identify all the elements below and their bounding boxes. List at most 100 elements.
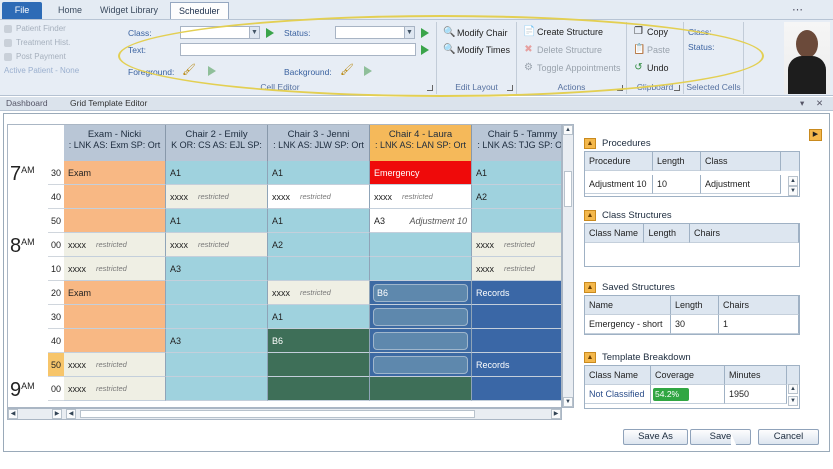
schedule-cell[interactable]: A2 xyxy=(268,233,370,257)
schedule-cell[interactable]: xxxx restricted xyxy=(166,185,268,209)
scroll-up-icon[interactable]: ▲ xyxy=(563,125,573,135)
tab-dashboard[interactable]: Dashboard xyxy=(6,98,48,108)
procedures-table[interactable]: Procedure Length Class Adjustment 10 10 … xyxy=(584,151,800,197)
saved-structures-header[interactable]: Length xyxy=(671,296,719,315)
cancel-button[interactable]: Cancel xyxy=(758,429,819,445)
column-header-chair-4[interactable]: Chair 4 - Laura: LNK AS: LAN SP: Ort xyxy=(370,125,472,161)
foreground-color-icon[interactable]: 🖌 xyxy=(182,63,196,76)
collapse-saved-structures-icon[interactable]: ▲ xyxy=(584,281,596,293)
schedule-cell[interactable]: xxxx restricted xyxy=(64,233,166,257)
create-structure-button[interactable]: 📄 Create Structure xyxy=(523,26,603,37)
delete-structure-button[interactable]: ✖ Delete Structure xyxy=(523,44,602,55)
undo-button[interactable]: ↺ Undo xyxy=(633,62,668,73)
appointment-block[interactable] xyxy=(373,332,468,350)
schedule-cell[interactable]: B6 xyxy=(370,281,472,305)
vertical-scrollbar[interactable]: ▲ ▼ xyxy=(562,124,574,408)
close-icon[interactable]: ✕ xyxy=(816,98,823,109)
dialog-launcher-icon[interactable] xyxy=(617,85,623,91)
tab-home[interactable]: Home xyxy=(50,2,90,19)
schedule-cell[interactable] xyxy=(370,233,472,257)
expand-panel-icon[interactable]: ▶ xyxy=(809,129,822,141)
class-structures-table[interactable]: Class Name Length Chairs xyxy=(584,223,800,267)
schedule-cell[interactable]: xxxx restricted xyxy=(370,185,472,209)
dialog-launcher-icon[interactable] xyxy=(507,85,513,91)
save-as-button[interactable]: Save As xyxy=(623,429,688,445)
breakdown-header[interactable]: Coverage xyxy=(651,366,725,385)
schedule-cell[interactable] xyxy=(64,305,166,329)
procedure-length-cell[interactable]: 10 xyxy=(653,175,701,194)
schedule-cell[interactable] xyxy=(472,329,561,353)
column-header-chair-5[interactable]: Chair 5 - Tammy: LNK AS: TJG SP: Ort xyxy=(472,125,561,161)
appointment-block[interactable]: B6 xyxy=(373,284,468,302)
schedule-cell[interactable]: A1 xyxy=(268,161,370,185)
saved-structures-header[interactable]: Chairs xyxy=(719,296,799,315)
schedule-cell[interactable]: B6 xyxy=(268,329,370,353)
apply-foreground-icon[interactable] xyxy=(208,66,216,76)
schedule-cell[interactable] xyxy=(472,209,561,233)
schedule-cell[interactable] xyxy=(64,329,166,353)
hscroll-thumb[interactable] xyxy=(80,410,475,418)
horizontal-scrollbar[interactable]: ◀ ▶ ◀ ▶ xyxy=(7,408,562,420)
text-input[interactable] xyxy=(180,43,416,56)
breakdown-header[interactable]: Minutes xyxy=(725,366,787,385)
schedule-cell[interactable] xyxy=(166,305,268,329)
schedule-cell[interactable] xyxy=(472,305,561,329)
schedule-cell[interactable]: A1 xyxy=(166,209,268,233)
collapse-class-structures-icon[interactable]: ▲ xyxy=(584,209,596,221)
chevron-down-icon[interactable]: ▼ xyxy=(404,27,414,38)
schedule-cell[interactable] xyxy=(370,377,472,401)
apply-background-icon[interactable] xyxy=(364,66,372,76)
tab-scheduler[interactable]: Scheduler xyxy=(170,2,229,19)
modify-times-button[interactable]: 🔍 Modify Times xyxy=(443,44,510,55)
procedures-header[interactable]: Procedure xyxy=(585,152,653,171)
breakdown-class-cell[interactable]: Not Classified xyxy=(585,385,651,404)
schedule-cell[interactable] xyxy=(370,305,472,329)
copy-button[interactable]: ❐ Copy xyxy=(633,26,668,37)
schedule-cell[interactable]: Records xyxy=(472,281,561,305)
column-header-chair-1[interactable]: Exam - Nicki: LNK AS: Exm SP: Ort xyxy=(64,125,166,161)
scroll-down-icon[interactable]: ▼ xyxy=(788,186,798,196)
column-header-chair-2[interactable]: Chair 2 - Emily K OR: CS AS: EJL SP: xyxy=(166,125,268,161)
scroll-right-small-icon[interactable]: ▶ xyxy=(52,409,62,419)
schedule-cell[interactable] xyxy=(268,377,370,401)
dialog-launcher-icon[interactable] xyxy=(427,85,433,91)
schedule-cell[interactable]: xxxx restricted xyxy=(268,185,370,209)
schedule-cell[interactable]: A1 xyxy=(268,209,370,233)
procedure-class-cell[interactable]: Adjustment xyxy=(701,175,781,194)
schedule-cell[interactable] xyxy=(166,377,268,401)
apply-status-icon[interactable] xyxy=(421,28,429,38)
scroll-down-icon[interactable]: ▼ xyxy=(563,397,573,407)
schedule-cell[interactable] xyxy=(370,353,472,377)
appointment-block[interactable] xyxy=(373,356,468,374)
background-color-icon[interactable]: 🖌 xyxy=(340,63,354,76)
schedule-cell[interactable]: A1 xyxy=(472,161,561,185)
schedule-cell[interactable] xyxy=(370,257,472,281)
save-button[interactable]: Save xyxy=(690,429,751,445)
scroll-up-icon[interactable]: ▲ xyxy=(788,384,798,394)
scroll-up-icon[interactable]: ▲ xyxy=(788,176,798,186)
schedule-cell[interactable]: A2 xyxy=(472,185,561,209)
schedule-cell[interactable] xyxy=(472,377,561,401)
schedule-cell[interactable]: A3 Adjustment 10 xyxy=(370,209,472,233)
breakdown-coverage-cell[interactable]: 54.2% xyxy=(651,385,725,404)
chevron-down-icon[interactable]: ▾ xyxy=(800,98,804,109)
tab-widget-library[interactable]: Widget Library xyxy=(92,2,166,19)
schedule-cell[interactable] xyxy=(166,353,268,377)
collapse-template-breakdown-icon[interactable]: ▲ xyxy=(584,351,596,363)
template-breakdown-table[interactable]: Class Name Coverage Minutes Not Classifi… xyxy=(584,365,800,409)
saved-structures-table[interactable]: Name Length Chairs Emergency - short 30 … xyxy=(584,295,800,335)
saved-structure-length-cell[interactable]: 30 xyxy=(671,315,719,334)
schedule-cell[interactable]: xxxx restricted xyxy=(472,233,561,257)
scroll-left-icon[interactable]: ◀ xyxy=(8,409,18,419)
schedule-cell[interactable] xyxy=(64,185,166,209)
schedule-cell[interactable]: xxxx restricted xyxy=(64,353,166,377)
paste-button[interactable]: 📋 Paste xyxy=(633,44,670,55)
ribbon-options-icon[interactable]: ⋯ xyxy=(792,3,814,17)
breakdown-header[interactable]: Class Name xyxy=(585,366,651,385)
scroll-thumb[interactable] xyxy=(564,171,572,207)
appointment-block[interactable] xyxy=(373,308,468,326)
class-structures-header[interactable]: Class Name xyxy=(585,224,645,243)
schedule-cell[interactable] xyxy=(268,353,370,377)
apply-text-icon[interactable] xyxy=(421,45,429,55)
schedule-cell[interactable]: Exam xyxy=(64,161,166,185)
